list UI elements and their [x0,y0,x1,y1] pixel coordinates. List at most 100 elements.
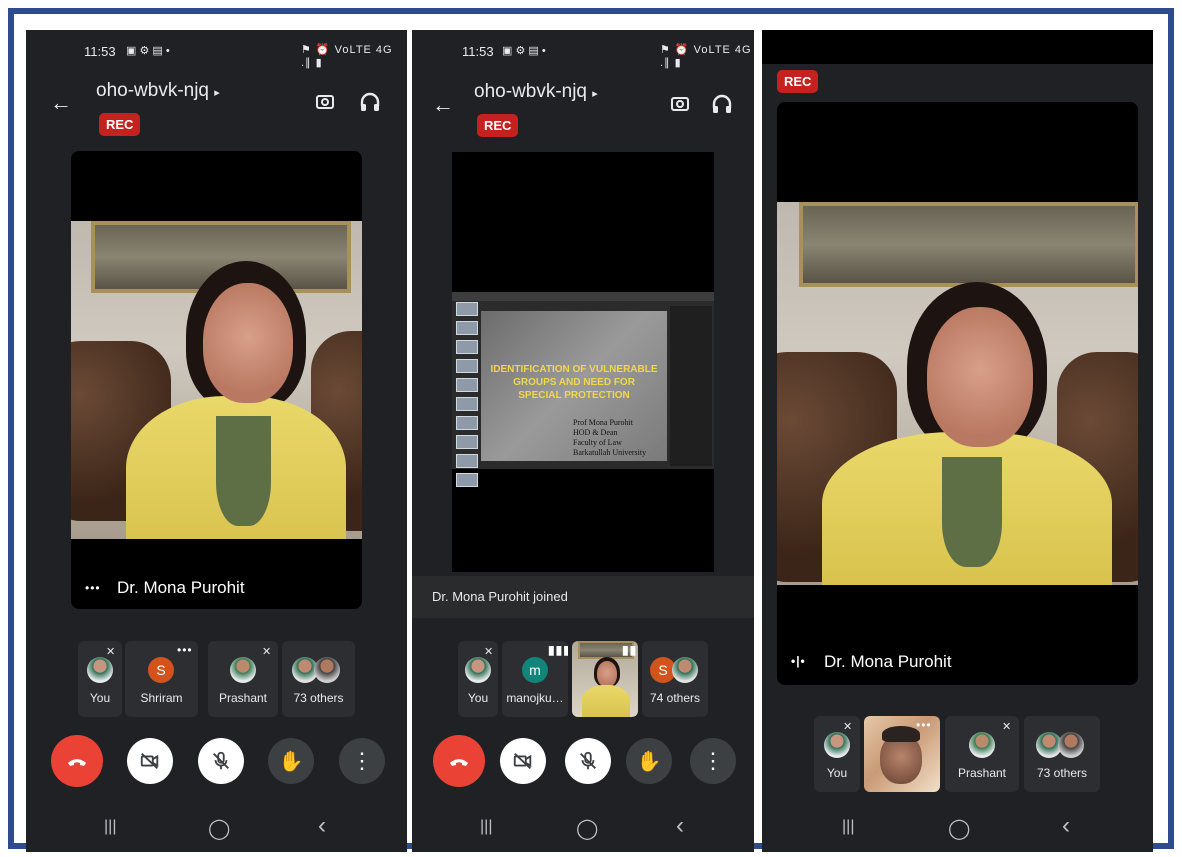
camera-toggle-button[interactable] [127,738,173,784]
home-icon[interactable]: ◯ [576,816,598,841]
avatar [230,657,256,683]
participant-tile-shriram[interactable]: S ••• Shriram [125,641,198,717]
avatar [672,657,698,683]
speaker-name: Dr. Mona Purohit [824,652,952,671]
speaking-icon: ▮▮▮ [548,643,568,657]
end-call-button[interactable] [51,735,103,787]
slide-thumbnails [454,302,478,487]
recording-badge: REC [777,70,819,93]
mic-off-icon [213,751,229,770]
recent-apps-icon[interactable]: ||| [104,818,116,836]
participant-tile-you[interactable]: ✕ You [458,641,498,717]
participant-label: manojku… [506,691,564,705]
participant-label: You [826,766,848,780]
participant-tile-you[interactable]: ✕ You [814,716,860,792]
speaking-icon: ▮▮ [622,643,638,657]
more-vert-icon: ⋮ [702,748,724,773]
mic-off-icon: ✕ [262,646,272,658]
recording-badge: REC [99,113,141,136]
system-nav-bar: ||| ◯ ‹ [412,808,754,852]
avatar [1058,732,1084,758]
headphones-icon[interactable] [358,90,382,114]
more-options-button[interactable]: ⋮ [339,738,385,784]
camera-toggle-button[interactable] [500,738,546,784]
participant-tile-speaker-video[interactable]: ▮▮ [572,641,638,717]
more-options-button[interactable]: ⋮ [690,738,736,784]
speaking-icon: •|• [791,654,806,668]
participant-tile-others[interactable]: 73 others [282,641,355,717]
speaker-video [777,202,1138,585]
participant-tile-manojku[interactable]: m ▮▮▮ manojku… [502,641,568,717]
participant-tile-camera-video[interactable]: ••• [864,716,940,792]
mic-toggle-button[interactable] [198,738,244,784]
speaker-video-tile[interactable]: ••• Dr. Mona Purohit [71,151,362,609]
format-pane [670,306,712,466]
status-time: 11:53 [462,44,494,59]
avatar [969,732,995,758]
status-right-icons: ⚑ ⏰ VoLTE 4G .∥ ▮ [301,44,393,69]
join-notification: Dr. Mona Purohit joined [412,576,754,618]
camera-switch-icon[interactable] [668,92,692,116]
meeting-code[interactable]: oho-wbvk-njq ▸ [474,81,598,103]
participant-label: 73 others [1036,766,1088,780]
speaker-video [71,221,362,539]
back-arrow-icon[interactable]: ← [50,90,72,116]
nav-back-icon[interactable]: ‹ [676,812,684,840]
end-call-button[interactable] [433,735,485,787]
camera-off-icon [140,752,159,770]
mic-off-icon: ✕ [1002,721,1012,733]
participant-label: 73 others [293,691,344,705]
status-left-icons: ▣ ⚙ ▤ • [126,45,170,57]
slide-author: Prof Mona Purohit HOD & Dean Faculty of … [573,418,647,457]
participant-tile-you[interactable]: ✕ You [78,641,122,717]
nav-back-icon[interactable]: ‹ [318,812,326,840]
recent-apps-icon[interactable]: ||| [480,818,492,836]
home-icon[interactable]: ◯ [208,816,230,841]
headphones-icon[interactable] [710,92,734,116]
participant-label: You [467,691,489,705]
phone-screen-3: REC •|• Dr. Mona Purohit ✕ You ••• ✕ Pra… [762,30,1153,852]
mic-off-icon [580,751,596,770]
camera-off-icon [513,752,532,770]
participant-label: You [89,691,111,705]
status-left-icons: ▣ ⚙ ▤ • [502,45,546,57]
recording-badge: REC [477,114,519,137]
participant-tile-prashant[interactable]: ✕ Prashant [208,641,278,717]
meeting-code[interactable]: oho-wbvk-njq ▸ [96,80,220,102]
tile-more-icon[interactable]: ••• [916,718,932,732]
raise-hand-button[interactable]: ✋ [268,738,314,784]
hand-icon: ✋ [636,750,662,773]
participant-label: Prashant [957,766,1007,780]
status-bar-hidden [762,30,1153,64]
recent-apps-icon[interactable]: ||| [842,818,854,836]
phone-screen-1: 11:53 ▣ ⚙ ▤ • ⚑ ⏰ VoLTE 4G .∥ ▮ ← oho-wb… [26,30,407,852]
raise-hand-button[interactable]: ✋ [626,738,672,784]
slide-title: IDENTIFICATION OF VULNERABLE GROUPS AND … [490,364,658,401]
mic-toggle-button[interactable] [565,738,611,784]
avatar: S [148,657,174,683]
participant-label: 74 others [649,691,701,705]
speaker-video-tile[interactable]: •|• Dr. Mona Purohit [777,102,1138,685]
status-right-icons: ⚑ ⏰ VoLTE 4G .∥ ▮ [660,44,752,69]
speaker-name: Dr. Mona Purohit [117,578,245,597]
mic-off-icon: ✕ [843,721,853,733]
participant-tile-others[interactable]: 73 others [1024,716,1100,792]
participant-label: Prashant [218,691,268,705]
home-icon[interactable]: ◯ [948,816,970,841]
participant-label: Shriram [140,691,183,705]
participant-tile-others[interactable]: S 74 others [642,641,708,717]
avatar [465,657,491,683]
camera-switch-icon[interactable] [313,90,337,114]
avatar [87,657,113,683]
system-nav-bar: ||| ◯ ‹ [26,808,407,852]
tile-more-icon[interactable]: ••• [177,643,193,657]
end-call-icon [68,759,86,766]
tile-more-icon[interactable]: ••• [85,581,101,595]
screen-share-tile[interactable]: IDENTIFICATION OF VULNERABLE GROUPS AND … [452,152,714,572]
more-vert-icon: ⋮ [351,748,373,773]
back-arrow-icon[interactable]: ← [432,92,454,118]
system-nav-bar: ||| ◯ ‹ [762,808,1153,852]
presentation-window: IDENTIFICATION OF VULNERABLE GROUPS AND … [452,292,714,487]
nav-back-icon[interactable]: ‹ [1062,812,1070,840]
participant-tile-prashant[interactable]: ✕ Prashant [945,716,1019,792]
